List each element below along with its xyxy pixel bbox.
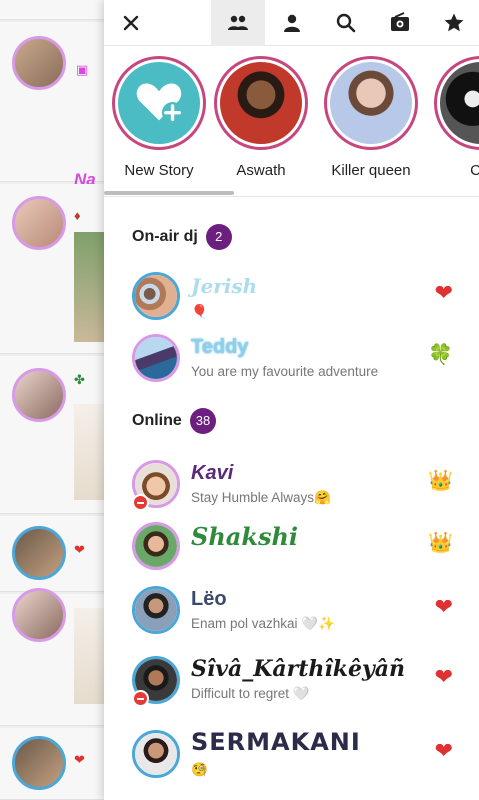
feed-item[interactable]: ▣ Na bbox=[0, 22, 104, 189]
feed-avatar[interactable] bbox=[12, 736, 66, 790]
heart-icon: ❤ bbox=[434, 664, 453, 689]
feed-item[interactable] bbox=[0, 588, 104, 726]
user-status: Enam pol vazhkai 🤍✨ bbox=[191, 616, 335, 631]
user-status: Stay Humble Always🤗 bbox=[191, 490, 331, 505]
user-status: Difficult to regret 🤍 bbox=[191, 686, 310, 701]
avatar[interactable] bbox=[132, 730, 180, 778]
muted-badge-icon bbox=[132, 494, 149, 511]
user-status: 🧐 bbox=[191, 762, 208, 777]
crown-icon: 👑 bbox=[428, 470, 453, 492]
online-users-drawer: New Story Aswath Killer queen CH On-air … bbox=[104, 0, 479, 800]
new-story-avatar bbox=[118, 62, 200, 144]
story-avatar bbox=[330, 62, 412, 144]
feed-avatar[interactable] bbox=[12, 588, 66, 642]
feed-badge-icon: ▣ bbox=[76, 62, 89, 77]
feed-item[interactable]: ♦ bbox=[0, 184, 104, 354]
user-name: SERMAKANI bbox=[191, 728, 361, 756]
story-item[interactable]: CH bbox=[430, 56, 479, 179]
feed-item[interactable]: ✤ bbox=[0, 356, 104, 514]
heart-icon: ❤ bbox=[434, 594, 453, 619]
group-icon bbox=[228, 15, 248, 30]
heart-icon: ❤ bbox=[74, 542, 85, 557]
on-air-section-header: On-air dj 2 bbox=[132, 224, 232, 250]
avatar[interactable] bbox=[132, 522, 180, 570]
story-item[interactable]: Killer queen bbox=[320, 56, 422, 179]
feed-avatar[interactable] bbox=[12, 526, 66, 580]
user-name: Teddy bbox=[191, 336, 249, 358]
online-title: Online bbox=[132, 412, 182, 429]
story-label: Killer queen bbox=[331, 162, 411, 179]
user-name: Shakshi bbox=[191, 522, 299, 551]
heart-plus-icon bbox=[136, 83, 184, 124]
user-name: Lëo bbox=[191, 588, 227, 610]
new-story-button[interactable]: New Story bbox=[108, 56, 210, 179]
feed-image bbox=[74, 232, 104, 342]
tab-radio-button[interactable] bbox=[373, 0, 427, 46]
user-row[interactable]: Kavi Stay Humble Always🤗 👑 bbox=[104, 452, 479, 522]
heart-icon: ❤ bbox=[74, 752, 85, 767]
online-count-badge: 38 bbox=[189, 408, 217, 434]
heart-icon: ❤ bbox=[434, 738, 453, 763]
feed-item[interactable]: ❤ bbox=[0, 516, 104, 592]
person-icon bbox=[284, 14, 300, 32]
user-name: Jerish bbox=[191, 274, 258, 298]
story-avatar bbox=[440, 62, 479, 144]
on-air-count-badge: 2 bbox=[205, 224, 232, 250]
tab-profile-button[interactable] bbox=[265, 0, 319, 46]
on-air-title: On-air dj bbox=[132, 228, 198, 245]
story-label: Aswath bbox=[236, 162, 286, 179]
story-item[interactable]: Aswath bbox=[210, 56, 312, 179]
clover-icon: ✤ bbox=[74, 372, 85, 387]
heart-icon: ❤ bbox=[434, 280, 453, 305]
divider bbox=[104, 196, 479, 197]
user-row[interactable]: Sîvâ_Kârthîkêyâñ Difficult to regret 🤍 ❤ bbox=[104, 648, 479, 718]
feed-avatar[interactable] bbox=[12, 196, 66, 250]
user-row[interactable]: Shakshi 👑 bbox=[104, 514, 479, 584]
feed-image bbox=[74, 404, 104, 500]
search-icon bbox=[336, 13, 356, 33]
feed-avatar[interactable] bbox=[12, 36, 66, 90]
drawer-topbar bbox=[104, 0, 479, 46]
user-status: You are my favourite adventure bbox=[191, 364, 379, 379]
story-label: New Story bbox=[124, 162, 194, 179]
crown-icon: 👑 bbox=[428, 532, 453, 554]
user-row[interactable]: Teddy You are my favourite adventure 🍀 bbox=[104, 326, 479, 396]
feed-item bbox=[0, 0, 104, 20]
tab-favorites-button[interactable] bbox=[427, 0, 479, 46]
tab-users-button[interactable] bbox=[211, 0, 265, 46]
radio-icon bbox=[391, 12, 409, 31]
app-root: ▣ Na ♦ ✤ ❤ ❤ New Story Aswath Killer que… bbox=[0, 0, 479, 800]
story-label: CH bbox=[470, 162, 479, 179]
user-status: 🎈 bbox=[191, 304, 208, 319]
background-feed: ▣ Na ♦ ✤ ❤ ❤ bbox=[0, 0, 104, 800]
feed-avatar[interactable] bbox=[12, 368, 66, 422]
muted-badge-icon bbox=[132, 690, 149, 707]
user-row[interactable]: SERMAKANI 🧐 ❤ bbox=[104, 722, 479, 792]
user-row[interactable]: Lëo Enam pol vazhkai 🤍✨ ❤ bbox=[104, 578, 479, 648]
user-row[interactable]: Jerish 🎈 ❤ bbox=[104, 264, 479, 334]
story-avatar bbox=[220, 62, 302, 144]
search-button[interactable] bbox=[319, 0, 373, 46]
feed-item[interactable]: ❤ bbox=[0, 728, 104, 800]
clover-icon: 🍀 bbox=[428, 344, 453, 366]
star-icon bbox=[444, 13, 464, 32]
close-icon bbox=[123, 15, 139, 31]
user-name: Sîvâ_Kârthîkêyâñ bbox=[191, 656, 406, 682]
stories-carousel[interactable]: New Story Aswath Killer queen CH bbox=[104, 50, 479, 195]
stories-scroll-indicator bbox=[104, 191, 234, 195]
user-name: Kavi bbox=[191, 462, 234, 484]
feed-image bbox=[74, 608, 104, 704]
close-button[interactable] bbox=[104, 0, 158, 46]
gem-icon: ♦ bbox=[74, 208, 81, 223]
avatar[interactable] bbox=[132, 334, 180, 382]
avatar[interactable] bbox=[132, 272, 180, 320]
avatar[interactable] bbox=[132, 586, 180, 634]
online-section-header: Online 38 bbox=[132, 408, 217, 434]
